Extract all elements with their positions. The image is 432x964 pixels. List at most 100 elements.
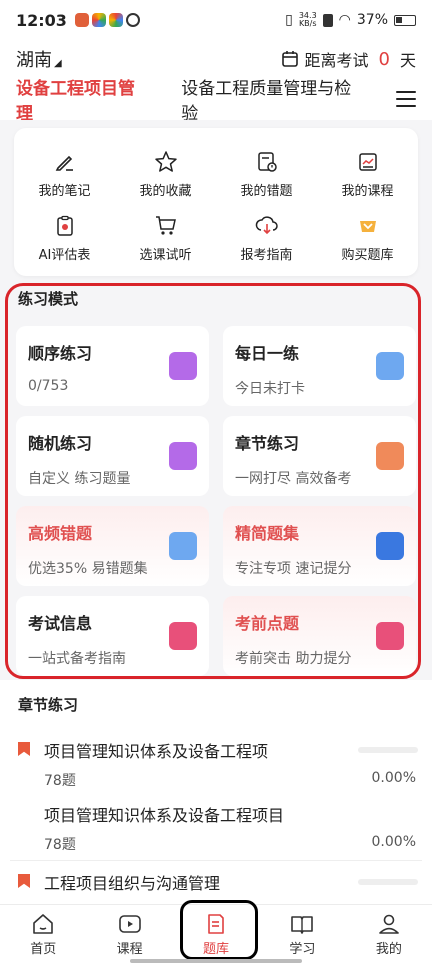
buy-bank-icon (356, 214, 380, 238)
app-notification-icon (74, 13, 89, 27)
tab-project-management[interactable]: 设备工程项目管理 (16, 74, 149, 138)
notification-icons (74, 13, 140, 27)
card-daily-practice[interactable]: 每日一练 今日未打卡 (223, 326, 416, 406)
note-pen-icon (376, 622, 404, 650)
quick-label: 我的笔记 (38, 183, 91, 199)
chapter-name: 项目管理知识体系及设备工程项 (44, 742, 269, 761)
card-subtitle: 优选35% 易错题集 (28, 561, 148, 577)
nav-profile[interactable]: 我的 (346, 905, 432, 964)
nav-label: 题库 (203, 942, 230, 957)
quick-label: AI评估表 (38, 247, 91, 263)
location-selector[interactable]: 湖南 ◢ (16, 46, 62, 72)
chapter-progress-bar (358, 747, 418, 753)
card-subtitle: 考前突击 助力提分 (235, 651, 352, 667)
envelope-icon (169, 352, 197, 380)
card-sequential-practice[interactable]: 顺序练习 0/753 (16, 326, 209, 406)
quick-my-courses[interactable]: 我的课程 (317, 142, 418, 206)
network-speed: 34.3 KB/s (299, 12, 317, 28)
guide-icon (255, 214, 279, 238)
quick-label: 我的收藏 (139, 183, 192, 199)
card-pre-exam-tips[interactable]: 考前点题 考前突击 助力提分 (223, 596, 416, 676)
profile-icon (379, 914, 399, 934)
practice-mode-cards: 顺序练习 0/753 每日一练 今日未打卡 随机练习 自定义 练习题量 章节练习… (16, 326, 416, 676)
wifi-icon: ◠ (338, 12, 351, 28)
chapter-percent: 0.00% (371, 834, 416, 850)
pencil-icon (53, 150, 77, 174)
exam-days-value: 0 (378, 48, 390, 70)
vibrate-icon: ▯ (285, 12, 293, 28)
app-notification-icon (108, 13, 123, 27)
card-frequent-errors[interactable]: 高频错题 优选35% 易错题集 (16, 506, 209, 586)
bookmark-icon (18, 742, 30, 756)
sim-icon (322, 13, 333, 27)
chapter-practice-title: 章节练习 (18, 696, 79, 714)
status-time: 12:03 (16, 10, 67, 30)
chapter-progress-bar (358, 879, 418, 885)
quick-label: 我的课程 (341, 183, 394, 199)
wrong-questions-icon (255, 150, 279, 174)
card-exam-info[interactable]: 考试信息 一站式备考指南 (16, 596, 209, 676)
chapter-name: 工程项目组织与沟通管理 (44, 874, 221, 893)
net-speed-unit: KB/s (298, 19, 317, 28)
nav-course[interactable]: 课程 (86, 905, 172, 964)
card-chapter-practice[interactable]: 章节练习 一网打尽 高效备考 (223, 416, 416, 496)
tab-quality-management[interactable]: 设备工程质量管理与检验 (181, 74, 364, 124)
book-icon (291, 916, 314, 934)
quick-my-notes[interactable]: 我的笔记 (14, 142, 115, 206)
quick-label: 我的错题 (240, 183, 293, 199)
subject-tabs: 设备工程项目管理 设备工程质量管理与检验 (0, 78, 432, 138)
practice-mode-title: 练习模式 (18, 290, 79, 308)
app-notification-icon (91, 13, 106, 27)
menu-icon[interactable] (396, 91, 416, 107)
card-subtitle: 一站式备考指南 (28, 651, 126, 667)
status-bar: 12:03 ▯ 34.3 KB/s ◠ 37% (0, 0, 432, 40)
chapter-count: 78题 (44, 773, 76, 789)
quick-actions-grid: 我的笔记 我的收藏 我的错题 我的课程 AI评估表 选课试听 报考指南 购买题库 (14, 128, 418, 276)
exam-days-unit: 天 (399, 51, 416, 70)
bookmark-icon (18, 874, 30, 888)
card-subtitle: 一网打尽 高效备考 (235, 471, 352, 487)
chapter-count: 78题 (44, 837, 76, 853)
error-book-icon (169, 532, 197, 560)
focus-icon (376, 532, 404, 560)
quick-label: 报考指南 (240, 247, 293, 263)
nav-label: 学习 (289, 942, 316, 957)
chapter-item[interactable]: 项目管理知识体系及设备工程项 78题 0.00% (0, 738, 432, 802)
quick-label: 选课试听 (139, 247, 192, 263)
card-random-practice[interactable]: 随机练习 自定义 练习题量 (16, 416, 209, 496)
quick-my-favorites[interactable]: 我的收藏 (115, 142, 216, 206)
document-icon (376, 442, 404, 470)
divider (10, 860, 422, 861)
chapter-name: 项目管理知识体系及设备工程项目 (44, 806, 285, 825)
battery-icon (394, 14, 416, 26)
app-notification-icon (125, 13, 140, 27)
exam-countdown[interactable]: 距离考试 0 天 (281, 47, 416, 71)
home-icon (33, 914, 54, 934)
quick-buy-question-bank[interactable]: 购买题库 (317, 206, 418, 270)
calendar-check-icon (376, 352, 404, 380)
home-indicator (130, 959, 302, 963)
calendar-icon (281, 51, 298, 67)
question-bank-icon (208, 914, 224, 934)
bottom-navigation: 首页 课程 题库 学习 我的 (0, 904, 432, 964)
info-book-icon (169, 622, 197, 650)
quick-my-wrong-questions[interactable]: 我的错题 (216, 142, 317, 206)
nav-label: 我的 (375, 942, 402, 957)
top-bar: 湖南 ◢ 距离考试 0 天 (0, 44, 432, 74)
exam-countdown-label: 距离考试 (304, 51, 369, 70)
star-icon (154, 150, 178, 174)
quick-course-trial[interactable]: 选课试听 (115, 206, 216, 270)
nav-home[interactable]: 首页 (0, 905, 86, 964)
chapter-item[interactable]: 项目管理知识体系及设备工程项目 78题 0.00% (0, 802, 432, 866)
nav-question-bank[interactable]: 题库 (173, 905, 259, 964)
quick-label: 购买题库 (341, 247, 394, 263)
card-subtitle: 专注专项 速记提分 (235, 561, 352, 577)
nav-study[interactable]: 学习 (259, 905, 345, 964)
envelope-icon (169, 442, 197, 470)
battery-percent: 37% (356, 12, 388, 28)
quick-ai-assessment[interactable]: AI评估表 (14, 206, 115, 270)
quick-exam-guide[interactable]: 报考指南 (216, 206, 317, 270)
card-condensed-set[interactable]: 精简题集 专注专项 速记提分 (223, 506, 416, 586)
nav-label: 课程 (116, 942, 143, 957)
chapter-percent: 0.00% (371, 770, 416, 786)
